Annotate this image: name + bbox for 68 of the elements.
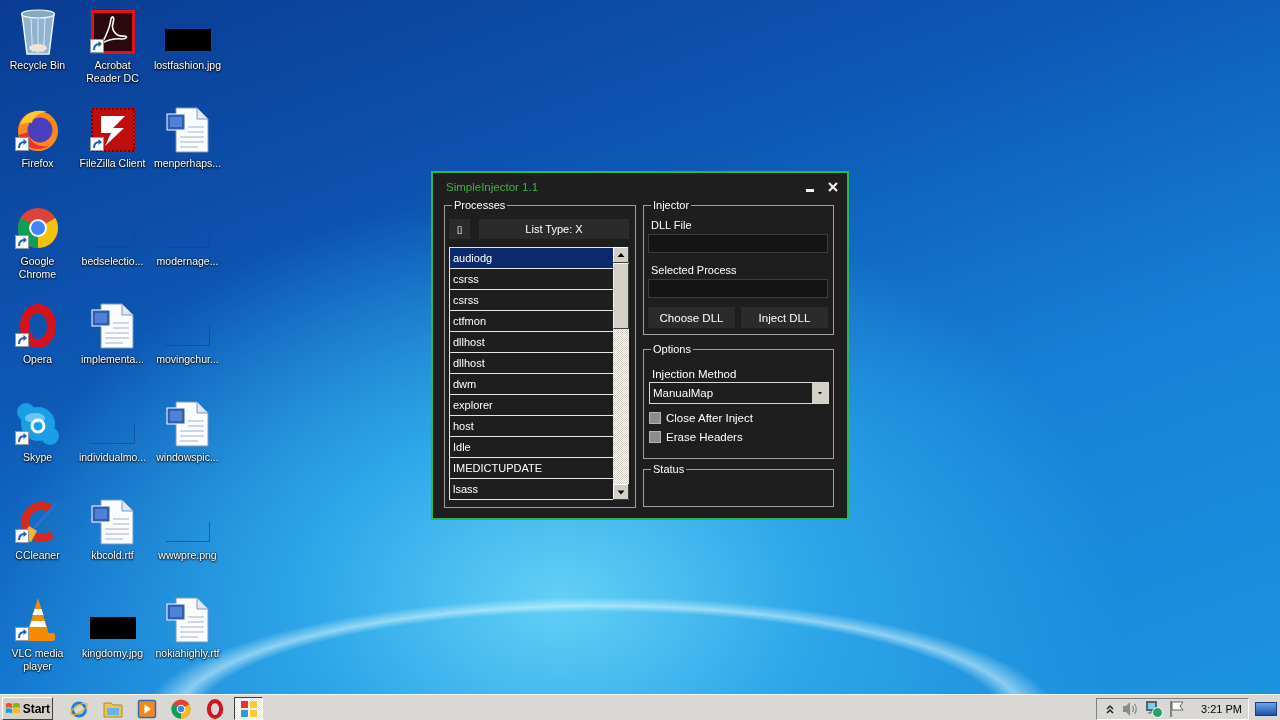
action-button[interactable]: Choose DLL (648, 307, 735, 328)
flag-icon[interactable] (1169, 699, 1186, 718)
filezilla-icon[interactable] (90, 108, 135, 152)
scroll-down-icon[interactable] (613, 484, 629, 500)
opera-icon[interactable] (19, 304, 56, 348)
text-field[interactable] (648, 234, 828, 253)
chrome-icon[interactable] (171, 698, 191, 719)
clock-time[interactable]: 3:21 PM (1201, 702, 1242, 715)
injection-method-dropdown[interactable]: ManualMap (649, 382, 829, 404)
desktop-icon-label[interactable]: movingchur... (156, 353, 219, 366)
desktop-icon-label[interactable]: bedselectio... (81, 255, 144, 268)
desktop-icon-label[interactable]: Firefox (21, 157, 54, 170)
scroll-up-icon[interactable] (613, 247, 629, 263)
image-thumbnail-icon[interactable] (164, 29, 211, 51)
action-button[interactable]: Inject DLL (741, 307, 828, 328)
acrobat-icon[interactable] (90, 10, 135, 54)
desktop-icon-label[interactable]: Opera (22, 353, 53, 366)
desktop-icon-label[interactable]: menperhaps... (153, 157, 222, 170)
list-type-button[interactable]: List Type: X (479, 219, 629, 239)
checkbox-label[interactable]: Erase Headers (666, 430, 743, 444)
refresh-button[interactable]: ▯ (449, 219, 470, 239)
desktop-icon-label[interactable]: Recycle Bin (9, 59, 66, 72)
group-title: Options (651, 342, 693, 356)
desktop-icon-label[interactable]: FileZilla Client (79, 157, 146, 170)
network-icon[interactable] (1145, 699, 1164, 718)
minimize-icon[interactable] (806, 188, 814, 192)
desktop-icon-label[interactable]: CCleaner (15, 549, 60, 562)
word-document-icon[interactable] (165, 597, 210, 643)
group-title: Processes (452, 198, 508, 212)
close-icon[interactable] (828, 182, 838, 192)
image-thumbnail-icon[interactable] (89, 617, 136, 639)
desktop-icon-label[interactable]: individualmo... (78, 451, 147, 464)
opera-icon[interactable] (205, 698, 225, 719)
chrome-icon[interactable] (16, 207, 59, 249)
start-button[interactable]: Start (2, 697, 53, 720)
text-field[interactable] (648, 279, 828, 298)
desktop-icon-label[interactable]: Acrobat Reader DC (76, 59, 149, 85)
desktop-icon-label[interactable]: kingdomy.jpg (81, 647, 144, 660)
desktop-icon-label[interactable]: kbcold.rtf (91, 549, 134, 562)
desktop-icon-label[interactable]: windowspic... (156, 451, 219, 464)
desktop-icon-label[interactable]: Skype (22, 451, 53, 464)
recycle-bin-icon[interactable] (19, 9, 56, 55)
scrollbar[interactable] (613, 247, 629, 500)
show-desktop-icon[interactable] (1255, 701, 1277, 716)
word-document-icon[interactable] (165, 401, 210, 447)
desktop-icon-label[interactable]: VLC media player (1, 647, 74, 673)
word-document-icon[interactable] (90, 303, 135, 349)
checkbox-label[interactable]: Close After Inject (666, 411, 753, 425)
checkbox[interactable] (649, 412, 661, 424)
group-title: Status (651, 462, 687, 476)
window-title: SimpleInjector 1.1 (446, 181, 540, 193)
word-document-icon[interactable] (165, 107, 210, 153)
media-player-icon[interactable] (137, 698, 157, 719)
process-list-item[interactable]: audiodg (450, 248, 613, 269)
scrollbar-thumb[interactable] (613, 263, 629, 329)
word-document-icon[interactable] (90, 499, 135, 545)
tiles-icon (239, 699, 258, 718)
desktop-icon-label[interactable]: implementa... (81, 353, 144, 366)
chevron-up-icon[interactable] (1105, 702, 1116, 715)
desktop-icon-label[interactable]: Google Chrome (1, 255, 74, 281)
checkbox[interactable] (649, 431, 661, 443)
desktop-icon-label[interactable]: modernage... (156, 255, 219, 268)
group-title: Injector (651, 198, 692, 212)
field-label: DLL File (650, 218, 693, 232)
taskbar-app-button[interactable] (234, 697, 263, 720)
field-label: Injection Method (651, 367, 738, 381)
desktop-icon-label[interactable]: lostfashion.jpg (153, 59, 222, 72)
field-label: Selected Process (650, 263, 738, 277)
